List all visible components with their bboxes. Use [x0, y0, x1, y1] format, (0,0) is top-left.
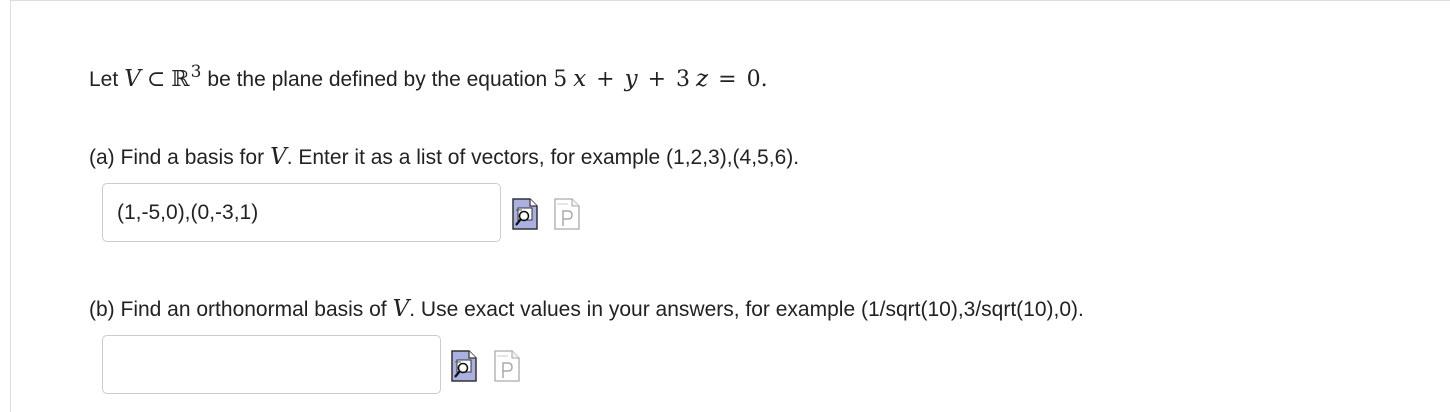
- part-b-prefix: (b) Find an orthonormal basis of: [89, 298, 387, 321]
- intro-period: .: [760, 67, 768, 92]
- eq-var-x: x: [573, 66, 587, 92]
- preview-icon[interactable]: [512, 198, 538, 230]
- eq-var-z: z: [696, 66, 709, 92]
- eq-var-y: y: [624, 66, 638, 92]
- intro-prefix: Let: [89, 68, 119, 91]
- eq-zero: 0: [746, 67, 761, 92]
- intro-middle: be the plane defined by the equation: [207, 68, 548, 91]
- math-exponent: 3: [190, 62, 202, 82]
- math-V: V: [124, 66, 141, 92]
- part-a-answer-input[interactable]: [102, 183, 501, 242]
- eq-equals: =: [718, 67, 737, 92]
- part-b-answer-input[interactable]: [102, 335, 441, 394]
- eq-plus-2: +: [647, 67, 667, 92]
- eq-plus-1: +: [596, 67, 615, 92]
- part-a-prefix: (a) Find a basis for: [89, 146, 265, 169]
- preview-icon[interactable]: [451, 350, 477, 382]
- eq-coef-5: 5: [553, 67, 568, 92]
- pg-doc-icon[interactable]: [554, 198, 580, 230]
- eq-coef-3: 3: [676, 67, 691, 92]
- problem-statement: Let V ⊂ ℝ3 be the plane defined by the equat…: [89, 58, 768, 94]
- part-a-math-V: V: [270, 144, 287, 170]
- part-a-suffix: . Enter it as a list of vectors, for exa…: [286, 146, 800, 169]
- part-b-math-V: V: [392, 296, 410, 322]
- math-subset: ⊂: [146, 67, 166, 92]
- math-R: ℝ: [171, 67, 190, 92]
- problem-page: Let V ⊂ ℝ3 be the plane defined by the equat…: [0, 0, 1450, 412]
- pg-doc-icon[interactable]: [494, 350, 520, 382]
- part-a-question: (a) Find a basis for V. Enter it as a lis…: [89, 143, 799, 172]
- part-b-suffix: . Use exact values in your answers, for …: [409, 298, 1084, 321]
- part-b-question: (b) Find an orthonormal basis of V. Use e…: [89, 295, 1084, 324]
- frame-top-border: [10, 0, 1450, 1]
- frame-left-border: [10, 0, 11, 412]
